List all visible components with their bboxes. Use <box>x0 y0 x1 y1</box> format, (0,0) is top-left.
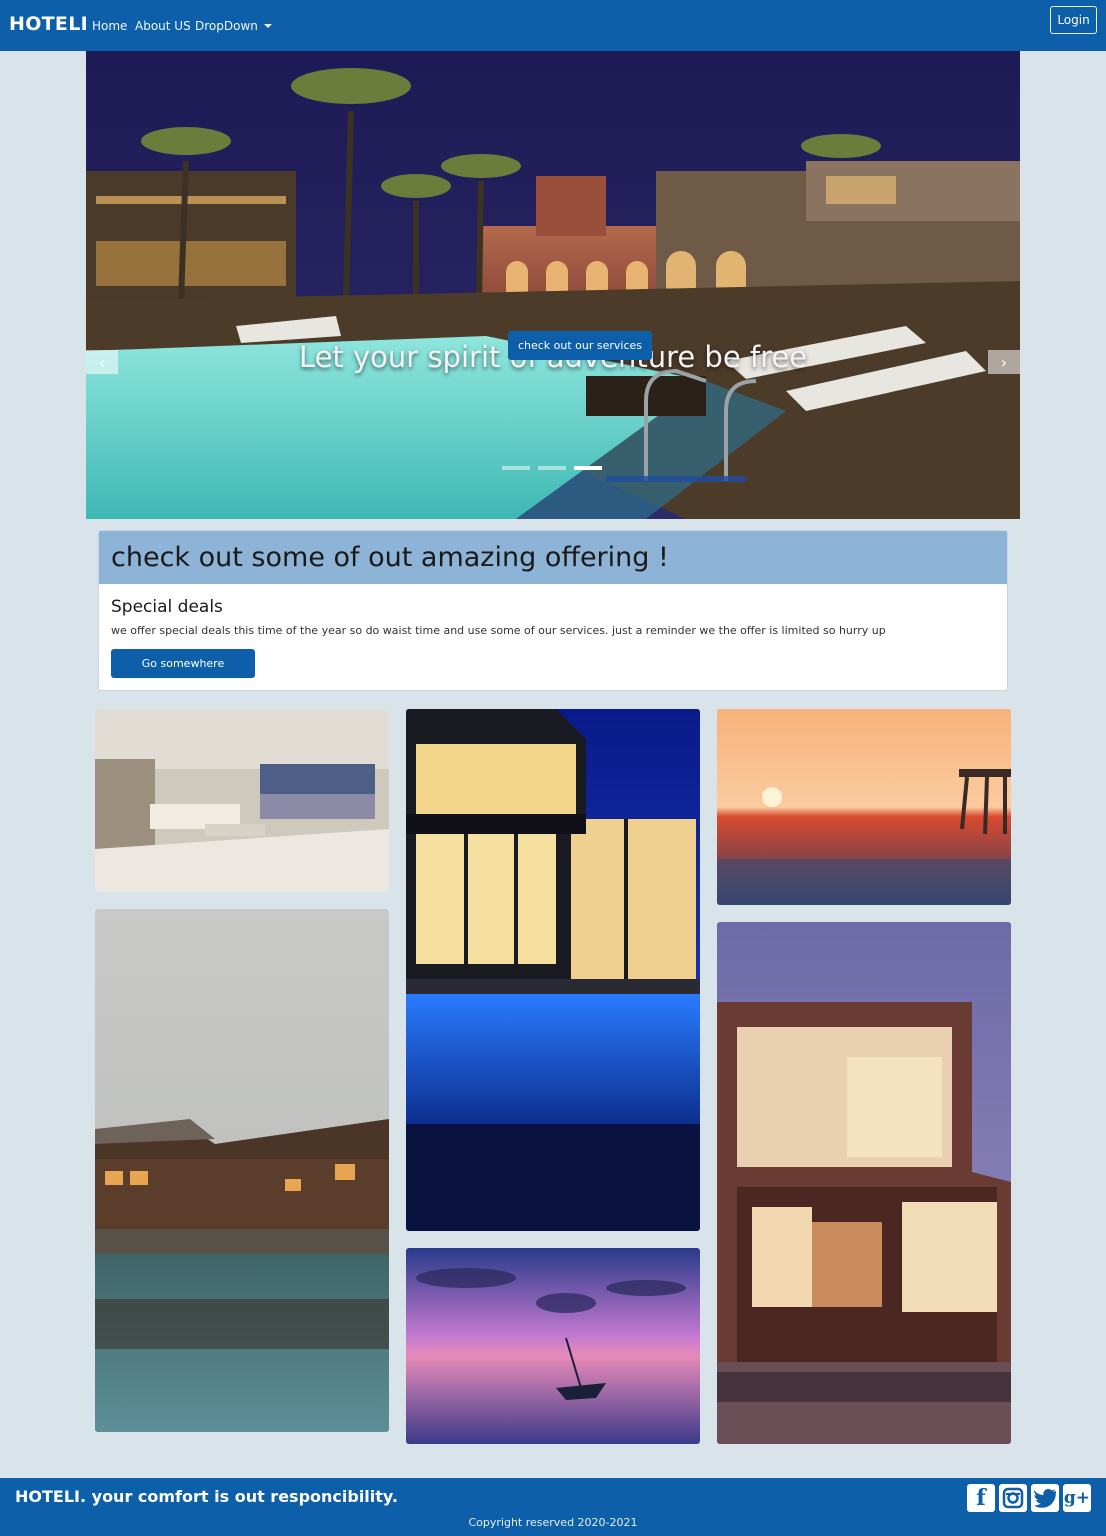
footer-tagline: HOTELI. your comfort is out responcibili… <box>15 1487 398 1506</box>
carousel-next-control[interactable]: › <box>988 350 1020 374</box>
offer-card: check out some of out amazing offering !… <box>98 530 1008 691</box>
carousel-prev-control[interactable]: ‹ <box>86 350 118 374</box>
gallery-photo-modern-house <box>717 922 1011 1444</box>
carousel-indicator[interactable] <box>538 466 566 470</box>
gallery-photo-boat-sunset <box>406 1248 700 1444</box>
gallery-photo-living-room <box>95 709 389 892</box>
footer: HOTELI. your comfort is out responcibili… <box>0 1478 1106 1536</box>
check-services-button[interactable]: check out our services <box>508 331 652 360</box>
navbar: HOTELI Home About US DropDown Login <box>0 0 1106 51</box>
offer-text: we offer special deals this time of the … <box>111 624 886 637</box>
facebook-icon[interactable]: f <box>967 1484 995 1512</box>
instagram-icon[interactable] <box>999 1484 1027 1512</box>
nav-dropdown-toggle[interactable]: DropDown <box>195 19 272 33</box>
nav-home-link[interactable]: Home <box>92 19 127 33</box>
hero-image-resort-pool <box>86 51 1020 519</box>
chevron-right-icon: › <box>1000 352 1008 372</box>
brand-logo[interactable]: HOTELI <box>9 13 88 35</box>
carousel-indicator[interactable] <box>502 466 530 470</box>
nav-dropdown-label: DropDown <box>195 19 258 33</box>
login-button[interactable]: Login <box>1050 6 1097 34</box>
offer-body: Special deals we offer special deals thi… <box>99 584 1007 690</box>
carousel-indicator-active[interactable] <box>574 466 602 470</box>
hero-carousel: Let your spirit of adventure be free che… <box>86 51 1020 519</box>
caret-down-icon <box>263 23 272 28</box>
go-somewhere-button[interactable]: Go somewhere <box>111 649 255 678</box>
nav-about-link[interactable]: About US <box>135 19 191 33</box>
twitter-icon[interactable] <box>1031 1484 1059 1512</box>
offer-title: Special deals <box>111 597 223 617</box>
gallery-photo-villa-pool-night <box>406 709 700 1231</box>
gallery-photo-lodge-pool <box>95 909 389 1432</box>
google-plus-icon[interactable]: g+ <box>1063 1484 1091 1512</box>
gallery-photo-pier-sunset <box>717 709 1011 905</box>
chevron-left-icon: ‹ <box>98 352 106 372</box>
carousel-indicators <box>502 466 602 470</box>
footer-copyright: Copyright reserved 2020-2021 <box>468 1516 638 1529</box>
offer-heading: check out some of out amazing offering ! <box>99 531 1007 584</box>
